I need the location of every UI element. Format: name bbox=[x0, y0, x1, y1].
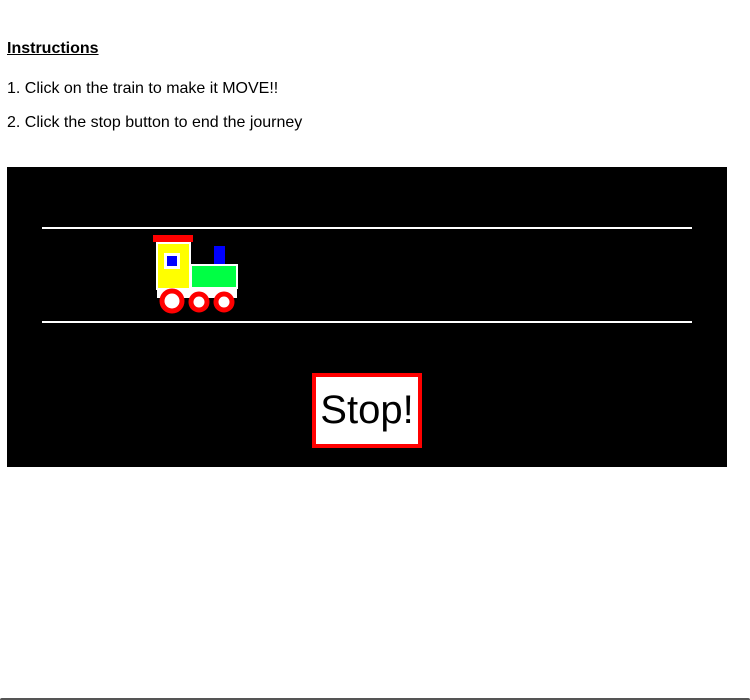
stop-button[interactable]: Stop! bbox=[312, 373, 422, 448]
train[interactable] bbox=[151, 233, 243, 315]
instruction-step-1: 1. Click on the train to make it MOVE!! bbox=[7, 80, 279, 97]
rail-top bbox=[42, 227, 692, 229]
page: Instructions 1. Click on the train to ma… bbox=[0, 0, 750, 700]
instruction-step-2: 2. Click the stop button to end the jour… bbox=[7, 114, 303, 131]
train-scene: Stop! bbox=[7, 167, 727, 467]
instructions-heading: Instructions bbox=[7, 40, 99, 57]
rail-bottom bbox=[42, 321, 692, 323]
toy-train-icon bbox=[153, 235, 238, 314]
